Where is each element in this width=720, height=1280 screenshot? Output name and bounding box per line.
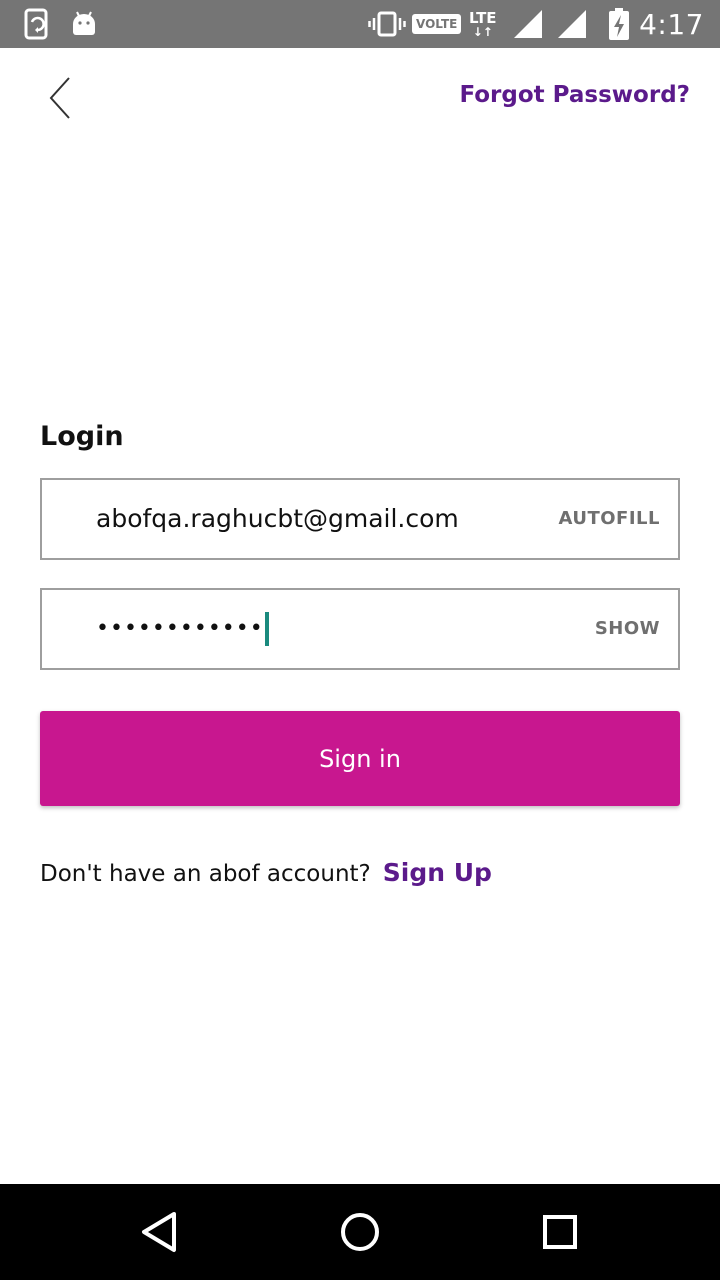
login-title: Login — [40, 421, 124, 452]
battery-charging-icon — [608, 0, 630, 48]
data-arrows-icon: ↓↑ — [472, 24, 493, 39]
status-bar: VOLTE LTE ↓↑ 4:17 — [0, 0, 720, 48]
sign-in-button[interactable]: Sign in — [40, 711, 680, 806]
sign-up-link[interactable]: Sign Up — [383, 858, 492, 887]
vibrate-icon — [368, 0, 406, 48]
text-cursor — [264, 612, 269, 646]
home-circle-icon[interactable] — [334, 1206, 386, 1258]
show-password-button[interactable]: SHOW — [595, 590, 660, 668]
lte-indicator: LTE ↓↑ — [469, 0, 497, 48]
password-field[interactable]: •••••••••••• SHOW — [40, 588, 680, 670]
back-triangle-icon[interactable] — [134, 1206, 186, 1258]
android-icon — [70, 0, 98, 48]
navigation-bar — [0, 1184, 720, 1280]
lte-label: LTE — [469, 8, 497, 27]
signal-icon — [512, 0, 544, 48]
signal-icon — [556, 0, 588, 48]
screen-rotation-icon — [24, 0, 52, 48]
signup-row: Don't have an abof account? Sign Up — [40, 858, 492, 887]
signup-prompt: Don't have an abof account? — [40, 861, 371, 887]
status-time: 4:17 — [639, 7, 704, 41]
email-value: abofqa.raghucbt@gmail.com — [96, 504, 459, 533]
autofill-button[interactable]: AUTOFILL — [558, 480, 660, 558]
password-value: •••••••••••• — [96, 616, 264, 641]
forgot-password-link[interactable]: Forgot Password? — [459, 82, 690, 108]
password-value-wrap: •••••••••••• — [96, 590, 269, 668]
back-chevron-icon[interactable] — [40, 74, 84, 122]
email-field[interactable]: abofqa.raghucbt@gmail.com AUTOFILL — [40, 478, 680, 560]
recents-square-icon[interactable] — [534, 1206, 586, 1258]
volte-badge: VOLTE — [412, 0, 462, 48]
